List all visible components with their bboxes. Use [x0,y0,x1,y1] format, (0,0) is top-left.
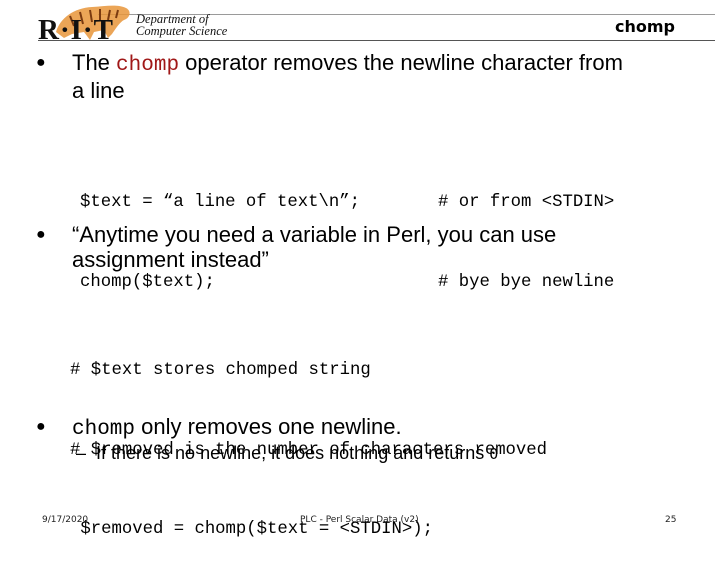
bullet-3-suffix: only removes one newline. [135,414,402,439]
code-line: $text = “a line of text\n”; # or from <ST… [80,193,615,212]
bullet-dot: ● [36,226,46,243]
sub-bullet: – If there is no newline, it does nothing… [76,443,498,464]
bullet-1-line2: a line [72,78,125,103]
bullet-1-code: chomp [116,54,180,77]
footer-title: PLC - Perl Scalar Data (v2) [300,515,419,525]
footer-page-number: 25 [665,515,677,525]
department-line-2: Computer Science [136,24,228,38]
code-comment: # bye bye newline [438,272,615,292]
bullet-2: ● “Anytime you need a variable in Perl, … [36,222,556,272]
code-comment: # or from <STDIN> [438,193,615,212]
rit-logo: R·I·T [30,2,140,48]
bullet-3: ● chomp only removes one newline. [36,414,402,442]
bullet-dot: ● [36,54,46,71]
bullet-1-prefix: The [72,50,117,75]
code-line: chomp($text); # bye bye newline [80,272,615,292]
code-line: # $text stores chomped string [70,361,371,380]
logo-letters: R·I·T [38,14,114,46]
department-name: Department of Computer Science [136,13,228,38]
sub-bullet-value: 0 [489,445,499,463]
slide-title: chomp [615,17,675,36]
bullet-2-line1: “Anytime you need a variable in Perl, yo… [72,222,557,247]
sub-bullet-dash: – [76,443,87,463]
sub-bullet-text: If there is no newline, it does nothing … [96,443,490,463]
footer-date: 9/17/2020 [42,515,89,525]
bullet-1-suffix: operator removes the newline character f… [179,50,623,75]
bullet-dot: ● [36,418,46,435]
bullet-2-line2: assignment instead” [72,247,269,272]
bullet-3-code: chomp [72,418,136,441]
bullet-1: ● The chomp operator removes the newline… [36,50,623,103]
